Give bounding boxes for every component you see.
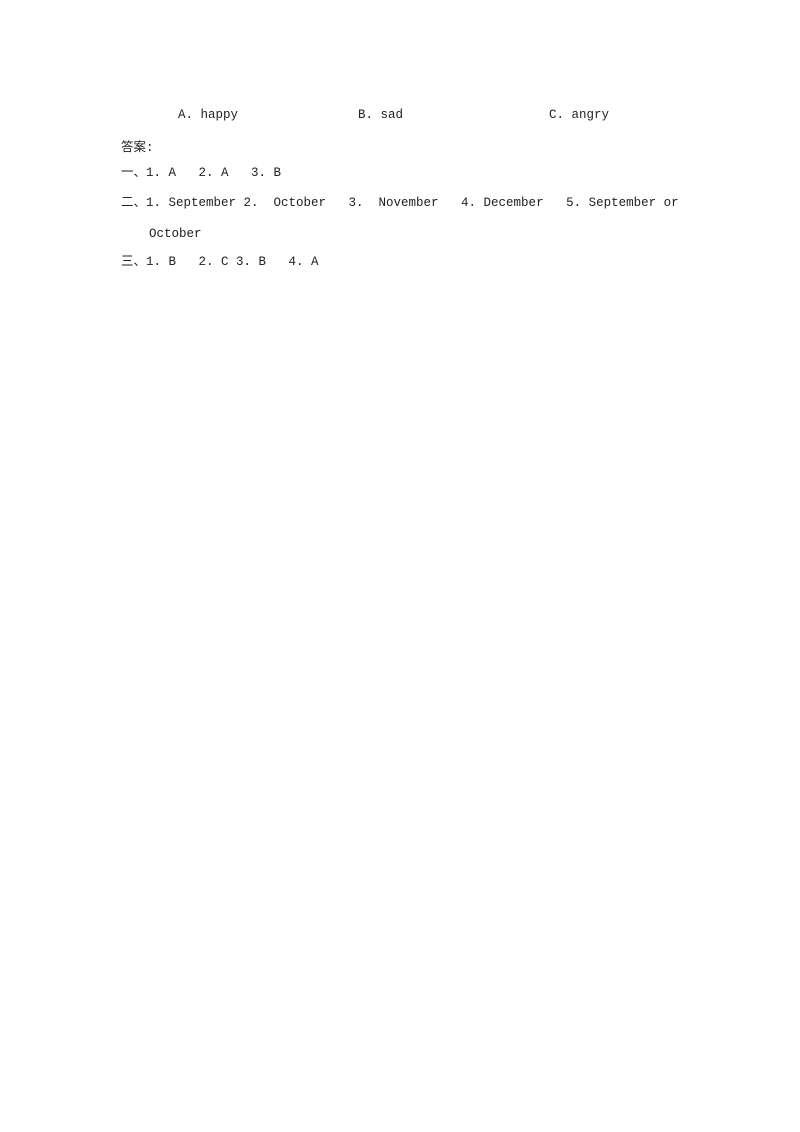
answer-heading: 答案: (121, 141, 154, 155)
answer-section-2-line-1: 二、1. September 2. October 3. November 4.… (121, 196, 679, 210)
option-a: A. happy (178, 108, 239, 122)
option-b: B. sad (358, 108, 404, 122)
option-c: C. angry (549, 108, 610, 122)
answer-section-1: 一、1. A 2. A 3. B (121, 166, 282, 180)
answer-section-2-line-2: October (149, 227, 202, 241)
answer-section-3: 三、1. B 2. C 3. B 4. A (121, 255, 319, 269)
